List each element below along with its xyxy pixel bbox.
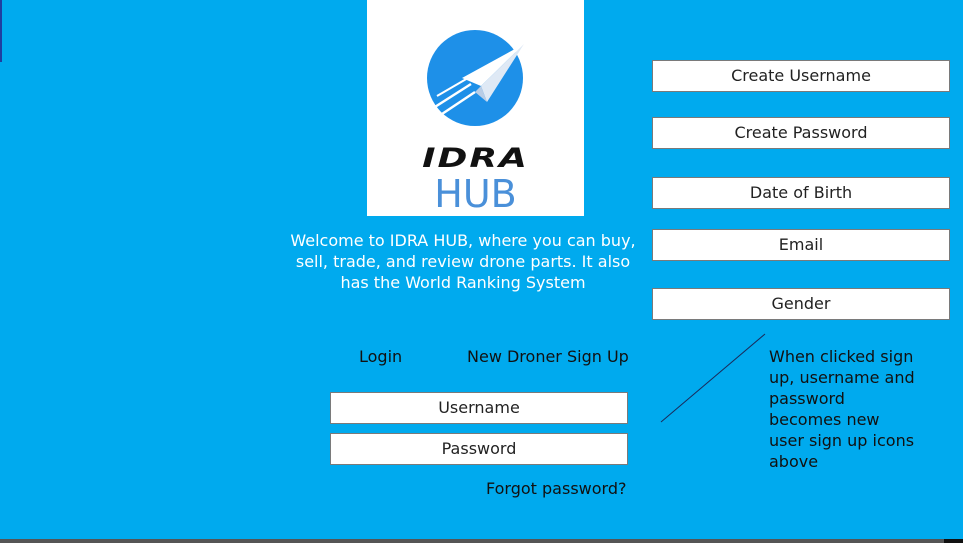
- annotation-note: When clicked sign up, username and passw…: [769, 347, 915, 471]
- bottom-edge-strip: [0, 539, 963, 543]
- mockup-canvas: IDRA HUB Welcome to IDRA HUB, where you …: [0, 0, 963, 539]
- bottom-edge-corner: [944, 539, 963, 543]
